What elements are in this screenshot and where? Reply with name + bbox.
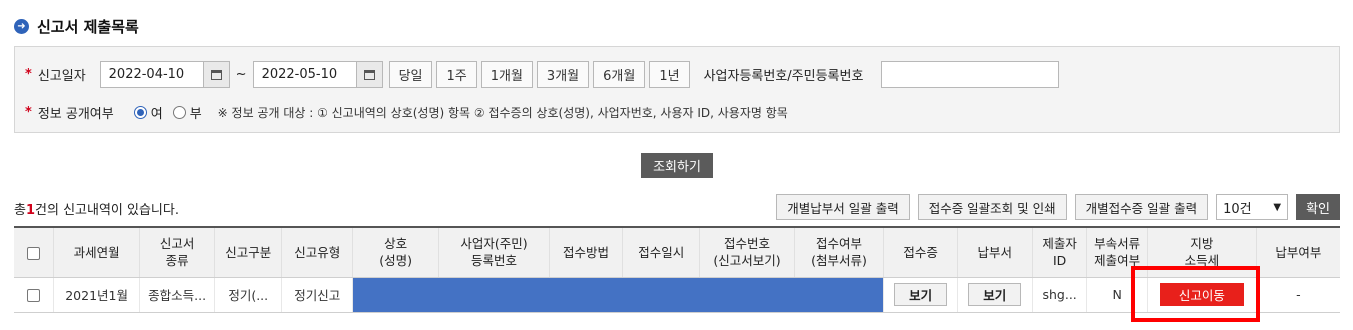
result-count: 총1건의 신고내역이 있습니다. [14, 199, 179, 218]
confirm-button[interactable]: 확인 [1296, 194, 1340, 220]
radio-no-label: 부 [189, 107, 202, 122]
disclosure-notice: ※ 정보 공개 대상 : ① 신고내역의 상호(성명) 항목 ② 접수증의 상호… [217, 106, 788, 120]
table-row: 2021년1월 종합소득... 정기(... 정기신고 보기 보기 shg...… [14, 277, 1340, 313]
chevron-down-icon: ▼ [1273, 201, 1282, 213]
header-receipt-number: 접수번호 (신고서보기) [699, 226, 795, 278]
local-tax-move-button[interactable]: 신고이동 [1159, 283, 1244, 306]
disclosure-no-radio[interactable]: 부 [172, 103, 202, 122]
header-period: 과세연월 [53, 226, 140, 278]
radio-yes-label: 여 [150, 107, 163, 122]
cell-receipt: 보기 [883, 277, 958, 313]
cell-period: 2021년1월 [53, 277, 140, 313]
radio-selected-icon [133, 106, 147, 119]
header-receipt-datetime: 접수일시 [622, 226, 700, 278]
header-registration-number: 사업자(주민) 등록번호 [438, 226, 550, 278]
date-from-group [99, 61, 230, 88]
arrow-right-icon: ➜ [14, 19, 29, 34]
batch-receipt-print-button[interactable]: 접수증 일괄조회 및 인쇄 [917, 194, 1067, 220]
batch-individual-receipt-button[interactable]: 개별접수증 일괄 출력 [1074, 194, 1209, 220]
id-label: 사업자등록번호/주민등록번호 [703, 69, 864, 84]
header-submitter-id: 제출자 ID [1031, 226, 1087, 278]
payment-view-button[interactable]: 보기 [968, 283, 1022, 306]
date-from-input[interactable] [99, 61, 204, 88]
cell-paid: - [1255, 277, 1340, 313]
header-business-name: 상호 (성명) [352, 226, 439, 278]
cell-category: 정기(... [214, 277, 282, 313]
cell-payment-slip: 보기 [956, 277, 1033, 313]
select-all-checkbox[interactable] [27, 246, 41, 260]
row-checkbox[interactable] [27, 289, 41, 302]
cell-form-type: 종합소득... [138, 277, 215, 313]
header-report-type: 신고유형 [281, 226, 353, 278]
receipt-view-button[interactable]: 보기 [894, 283, 948, 306]
cell-submitter-id: shg... [1031, 277, 1087, 313]
disclosure-label: 정보 공개여부 [37, 107, 114, 122]
period-1month-button[interactable]: 1개월 [480, 61, 533, 88]
date-filter-row: * 신고일자 ~ 당일 1주 1개월 3개월 6개월 1년 사업자등록번호/주민… [25, 61, 1060, 88]
period-today-button[interactable]: 당일 [388, 61, 433, 88]
header-attachment: 부속서류 제출여부 [1086, 226, 1148, 278]
disclosure-row: * 정보 공개여부 여 부 ※ 정보 공개 대상 : ① 신고내역의 상호(성명… [25, 103, 788, 122]
count-suffix: 건의 신고내역이 있습니다. [35, 203, 179, 218]
header-receipt: 접수증 [883, 226, 958, 278]
redacted-cells [352, 277, 884, 313]
header-payment-slip: 납부서 [956, 226, 1033, 278]
header-receipt-status: 접수여부 (첨부서류) [793, 226, 884, 278]
id-number-input[interactable] [881, 61, 1060, 88]
period-1week-button[interactable]: 1주 [436, 61, 477, 88]
radio-unselected-icon [172, 106, 186, 119]
page-size-value: 10건 [1223, 201, 1252, 217]
batch-payment-print-button[interactable]: 개별납부서 일괄 출력 [776, 194, 910, 220]
required-mark: * [25, 67, 32, 82]
row-select-cell [14, 277, 54, 313]
page-size-select[interactable]: 10건 ▼ [1216, 194, 1289, 220]
disclosure-yes-radio[interactable]: 여 [133, 103, 163, 122]
period-1year-button[interactable]: 1년 [649, 61, 690, 88]
calendar-icon[interactable] [203, 61, 230, 88]
cell-local-tax: 신고이동 [1146, 277, 1257, 313]
header-paid: 납부여부 [1255, 226, 1340, 278]
date-separator: ~ [235, 67, 247, 82]
inquiry-button[interactable]: 조회하기 [641, 153, 713, 178]
count-prefix: 총 [14, 203, 26, 218]
date-to-group [252, 61, 383, 88]
required-mark: * [25, 105, 32, 120]
header-local-tax: 지방 소득세 [1146, 226, 1257, 278]
cell-report-type: 정기신고 [281, 277, 353, 313]
period-6month-button[interactable]: 6개월 [593, 61, 646, 88]
header-form-type: 신고서 종류 [138, 226, 215, 278]
table-header-row: 과세연월 신고서 종류 신고구분 신고유형 상호 (성명) 사업자(주민) 등록… [14, 226, 1340, 278]
result-toolbar: 개별납부서 일괄 출력 접수증 일괄조회 및 인쇄 개별접수증 일괄 출력 10… [776, 194, 1340, 220]
date-label: 신고일자 [37, 69, 86, 84]
page-title: ➜ 신고서 제출목록 [14, 16, 139, 37]
report-table: 과세연월 신고서 종류 신고구분 신고유형 상호 (성명) 사업자(주민) 등록… [14, 226, 1340, 313]
count-number: 1 [25, 203, 36, 218]
cell-attachment: N [1086, 277, 1148, 313]
header-select-all [14, 226, 54, 278]
date-to-input[interactable] [252, 61, 357, 88]
header-receipt-method: 접수방법 [548, 226, 623, 278]
calendar-icon[interactable] [356, 61, 383, 88]
page-title-text: 신고서 제출목록 [37, 18, 139, 36]
period-3month-button[interactable]: 3개월 [536, 61, 590, 88]
header-category: 신고구분 [214, 226, 282, 278]
search-panel: * 신고일자 ~ 당일 1주 1개월 3개월 6개월 1년 사업자등록번호/주민… [14, 46, 1340, 133]
